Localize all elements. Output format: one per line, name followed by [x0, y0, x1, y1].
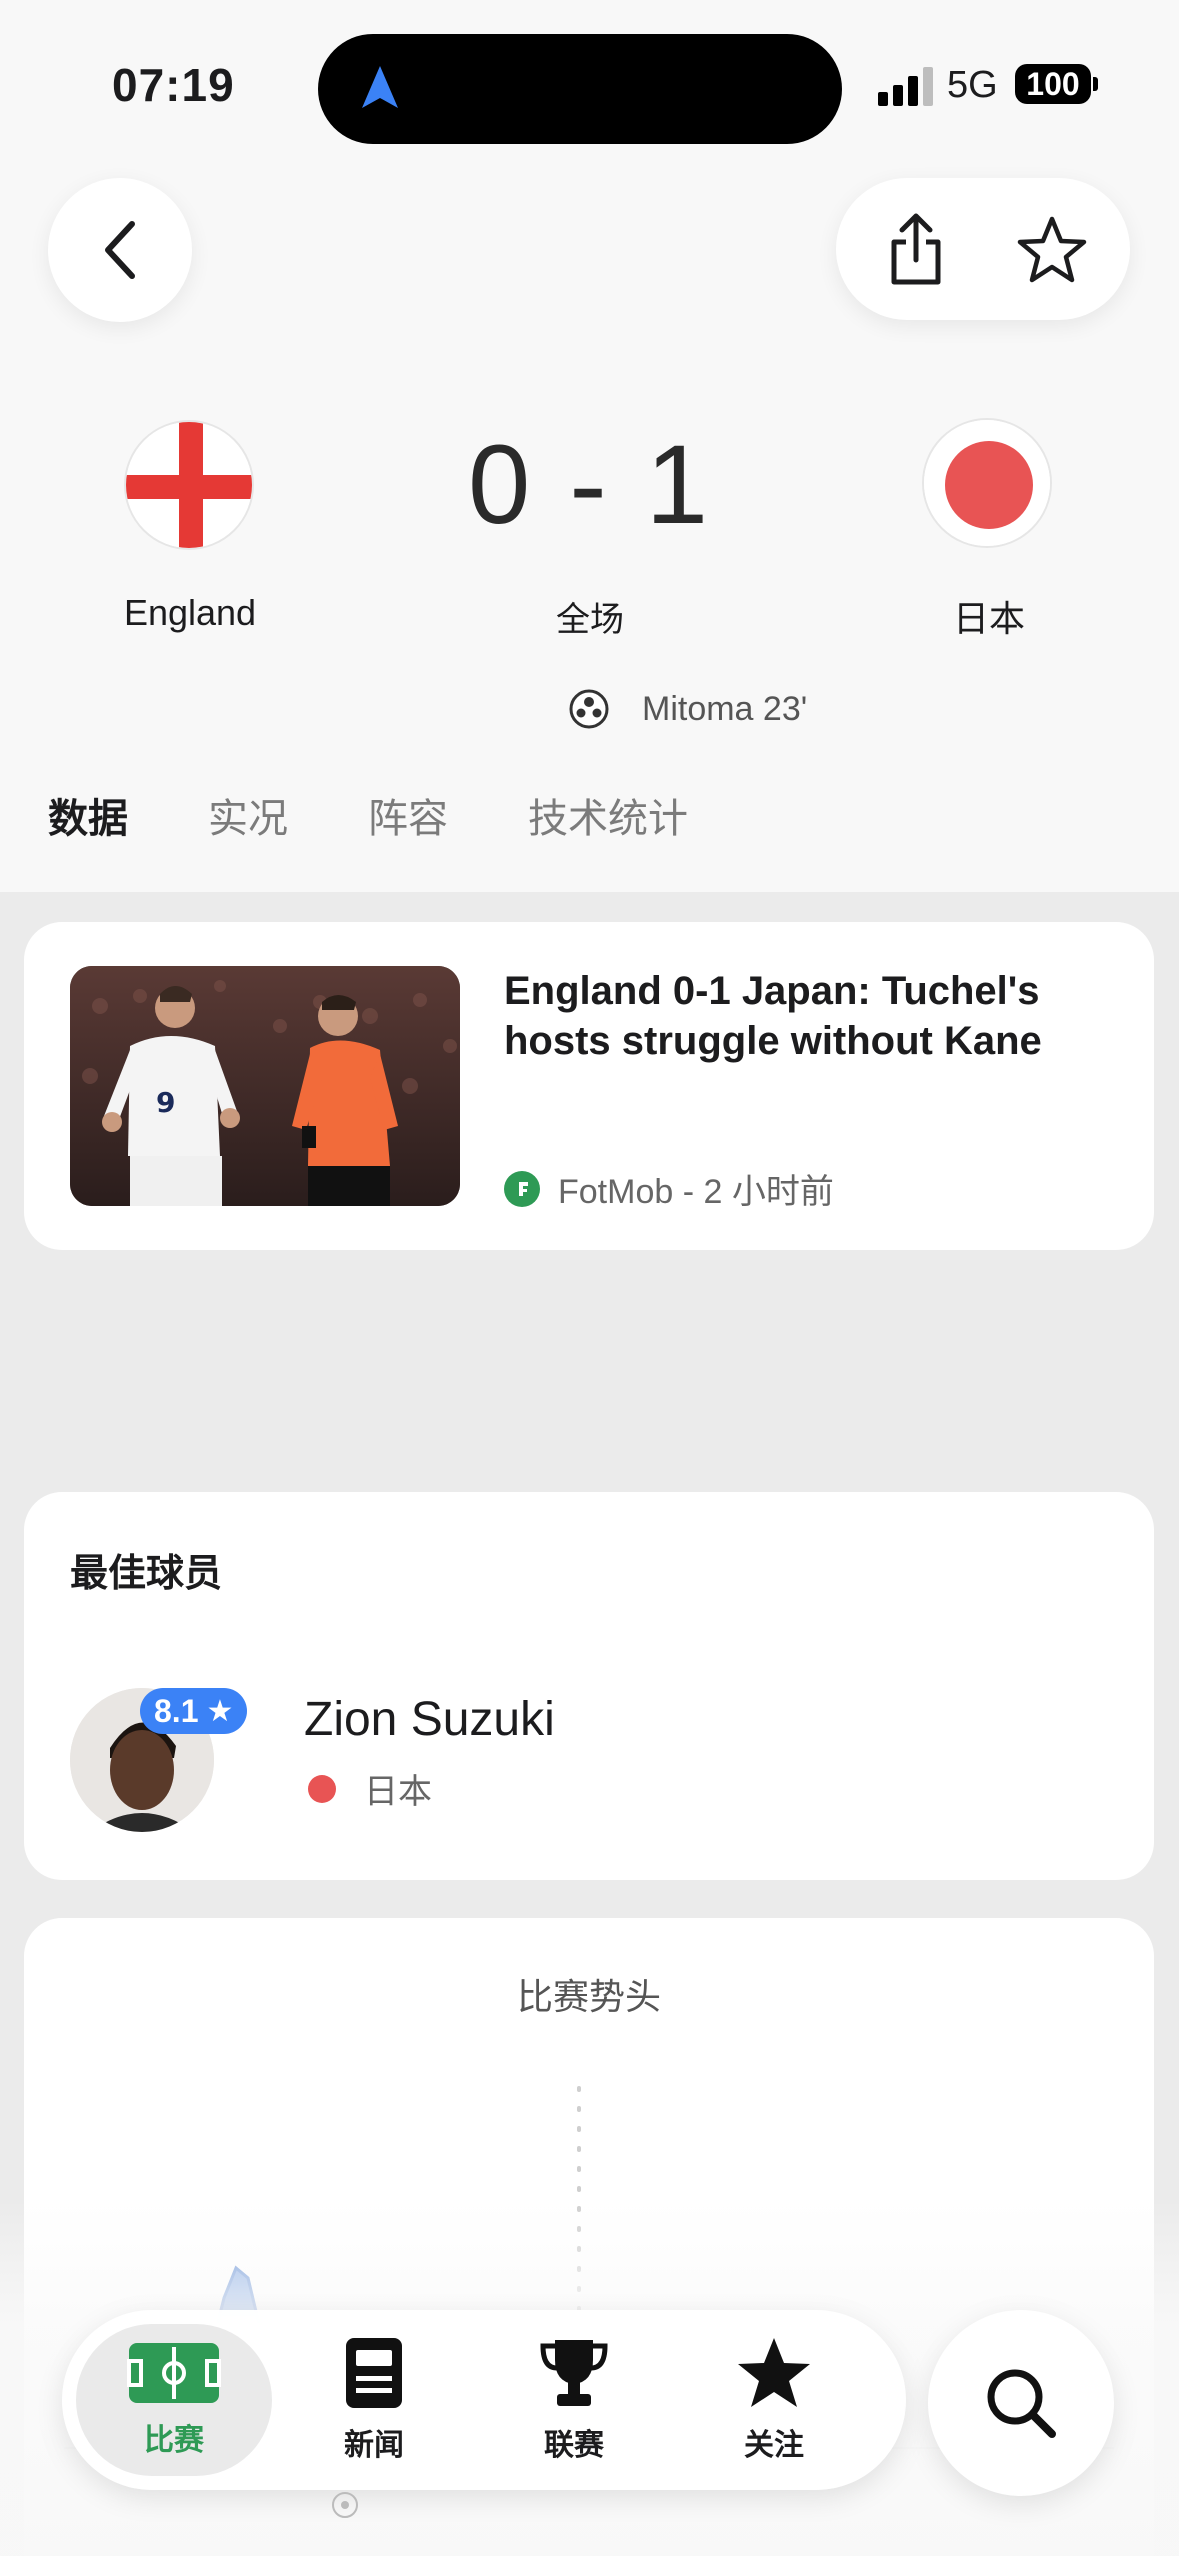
goal-scorer: Mitoma 23': [642, 689, 808, 728]
home-team-name[interactable]: England: [40, 592, 340, 634]
news-source: FotMob - 2 小时前: [504, 1164, 834, 1213]
goal-event: Mitoma 23': [568, 688, 807, 730]
dynamic-island: [318, 34, 842, 144]
player-name[interactable]: Zion Suzuki: [304, 1692, 555, 1747]
fotmob-logo-icon: [504, 1170, 540, 1207]
player-team-name: 日本: [364, 1773, 432, 1811]
momentum-title: 比赛势头: [516, 1976, 661, 2017]
search-icon: [987, 2369, 1056, 2438]
player-rating: 8.1: [154, 1692, 199, 1729]
news-image: 9: [70, 966, 460, 1206]
tab-data[interactable]: 数据: [48, 786, 128, 844]
tabbar-label: 新闻: [344, 2429, 404, 2462]
status-time: 07:19: [112, 59, 235, 111]
battery-tip: [1093, 77, 1098, 91]
pitch-icon: [127, 2343, 221, 2403]
player-team: 日本: [308, 1764, 432, 1813]
location-arrow-icon: [362, 66, 398, 108]
share-icon: [891, 213, 941, 285]
tabbar-leagues[interactable]: 联赛: [476, 2324, 672, 2476]
header-actions: [836, 178, 1130, 320]
news-card[interactable]: 9 England 0-1 Japan: Tuchel's hosts stru…: [24, 922, 1154, 1250]
back-button[interactable]: [48, 178, 192, 322]
player-of-match-card[interactable]: 最佳球员 8.1 ★ Zion Suzuki 日本: [24, 1492, 1154, 1880]
japan-dot-icon: [308, 1774, 336, 1803]
away-team-name[interactable]: 日本: [839, 590, 1139, 642]
tabbar-label: 比赛: [144, 2424, 204, 2457]
signal-icon: [878, 67, 933, 106]
japan-flag[interactable]: [922, 418, 1052, 548]
svg-text:9: 9: [156, 1086, 175, 1119]
tab-live[interactable]: 实况: [208, 786, 288, 844]
news-headline[interactable]: England 0-1 Japan: Tuchel's hosts strugg…: [504, 966, 1124, 1066]
player-rating-badge: 8.1 ★: [140, 1688, 248, 1734]
search-button[interactable]: [928, 2310, 1114, 2496]
chevron-left-icon: [105, 221, 135, 279]
tabbar-following[interactable]: 关注: [676, 2324, 872, 2476]
share-button[interactable]: [876, 208, 956, 292]
tab-lineup[interactable]: 阵容: [368, 786, 448, 844]
favorite-button[interactable]: [1012, 208, 1092, 292]
soccer-ball-icon: [332, 2492, 358, 2518]
match-score: 0 - 1: [467, 422, 713, 547]
match-tabs: 数据 实况 阵容 技术统计: [48, 786, 768, 844]
section-title: 最佳球员: [70, 1553, 223, 1595]
star-icon: [738, 2338, 810, 2407]
tabbar-label: 关注: [744, 2429, 804, 2462]
network-label: 5G: [947, 64, 998, 106]
match-header: 07:19 5G 100 England 0 - 1 全场 日本 Mitoma …: [0, 0, 1179, 892]
soccer-ball-icon: [569, 689, 609, 729]
bottom-tab-bar: 比赛 新闻 联赛 关注: [62, 2310, 906, 2490]
star-icon: [1017, 216, 1087, 283]
trophy-icon: [540, 2340, 608, 2406]
tabbar-label: 联赛: [544, 2429, 604, 2462]
match-detail-screen: 07:19 5G 100 England 0 - 1 全场 日本 Mitoma …: [0, 0, 1179, 2556]
match-status: 全场: [556, 601, 624, 639]
tab-stats[interactable]: 技术统计: [528, 786, 688, 844]
battery-indicator: 100: [1015, 64, 1091, 104]
rating-star-icon: ★: [206, 1694, 234, 1728]
england-flag[interactable]: [124, 420, 254, 550]
news-icon: [346, 2338, 402, 2408]
news-source-label: FotMob - 2 小时前: [558, 1173, 834, 1211]
tabbar-news[interactable]: 新闻: [276, 2324, 472, 2476]
tabbar-matches[interactable]: 比赛: [76, 2324, 272, 2476]
